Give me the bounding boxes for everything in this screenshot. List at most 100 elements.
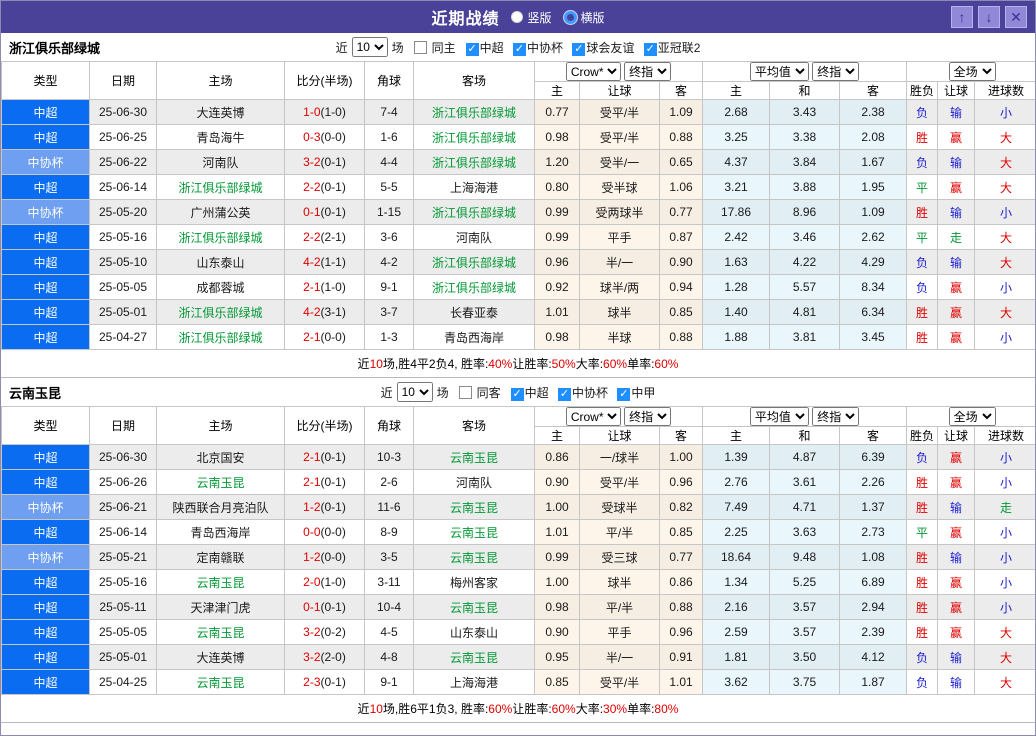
competition-checkbox[interactable]: ✓ [617,387,631,401]
corner-cell: 4-4 [364,149,414,175]
unit-label: 场 [391,40,404,55]
corner-cell: 3-6 [364,224,414,250]
home-team-name: 云南玉昆 [196,625,245,640]
avg-draw-odds: 3.75 [769,669,841,695]
score-cell: 2-0(1-0) [284,569,365,595]
away-team-cell: 河南队 [413,469,535,495]
fulltime-score: 0-3 [303,130,321,144]
match-type-cell: 中超 [1,669,90,695]
home-team-name: 广州蒲公英 [190,205,251,220]
handicap-line: 受平/半 [579,124,660,150]
match-row: 中超 25-04-27 浙江俱乐部绿城 2-1(0-0) 1-3 青岛西海岸 0… [1,324,1035,350]
score-cell: 0-1(0-1) [284,594,365,620]
view-option-vertical[interactable]: 竖版 [511,9,552,26]
view-option-horizontal[interactable]: 横版 [563,9,605,26]
home-team-name: 山东泰山 [196,255,245,270]
match-date-cell: 25-05-16 [89,569,157,595]
goals-result-flag: 小 [974,519,1035,545]
match-date-cell: 25-06-21 [89,494,157,520]
corner-cell: 5-5 [364,174,414,200]
home-team-cell: 陕西联合月亮泊队 [156,494,285,520]
view-vertical-label[interactable]: 竖版 [527,9,551,26]
subcol-result: 胜负 [906,81,939,100]
avg-home-odds: 3.25 [702,124,771,150]
handicap-home-odds: 0.98 [534,594,580,620]
corner-cell: 1-6 [364,124,414,150]
goals-result-flag: 小 [974,469,1035,495]
handicap-away-odds: 0.88 [658,124,704,150]
subcol-avg-draw: 和 [769,81,841,100]
section-2-filter-row: 云南玉昆 近 10 场 同客 ✓ 中超 ✓ 中协杯 ✓ 中甲 [1,378,1035,406]
move-down-button[interactable]: ↓ [978,6,1000,28]
fulltime-select[interactable]: 全场 [948,407,996,426]
away-team-cell: 浙江俱乐部绿城 [413,99,535,125]
handicap-result-flag: 输 [937,199,976,225]
radio-unselected-icon[interactable] [563,10,577,24]
view-horizontal-label[interactable]: 横版 [581,9,605,26]
competition-checkbox[interactable]: ✓ [558,387,572,401]
goals-result-flag: 小 [974,569,1035,595]
subcol-handicap-result: 让球 [937,426,976,445]
avg-away-odds: 2.38 [839,99,908,125]
competition-checkbox[interactable]: ✓ [643,42,657,56]
close-icon: ✕ [1010,9,1022,25]
team-name-2: 云南玉昆 [9,385,62,401]
avg-home-odds: 2.68 [702,99,771,125]
average-odds-select[interactable]: 平均值 [749,62,809,81]
col-corner: 角球 [364,406,414,445]
odds-company-select[interactable]: Crow* [565,407,621,426]
close-button[interactable]: ✕ [1005,6,1027,28]
average-odds-select[interactable]: 平均值 [749,407,809,426]
avg-away-odds: 4.29 [839,249,908,275]
home-team-cell: 浙江俱乐部绿城 [156,174,285,200]
handicap-away-odds: 0.96 [658,469,704,495]
competition-checkbox[interactable]: ✓ [572,42,586,56]
handicap-away-odds: 0.91 [658,644,704,670]
match-count-select-1[interactable]: 10 [351,37,388,57]
avg-home-odds: 2.76 [702,469,771,495]
match-count-select-2[interactable]: 10 [396,382,433,402]
match-row: 中超 25-06-14 青岛西海岸 0-0(0-0) 8-9 云南玉昆 1.01… [1,519,1035,545]
home-team-name: 天津津门虎 [190,600,251,615]
score-cell: 2-1(1-0) [284,274,365,300]
radio-selected-icon[interactable] [511,11,524,23]
odds-company-select[interactable]: Crow* [565,62,621,81]
handicap-result-flag: 赢 [937,444,976,470]
fulltime-score: 2-3 [303,675,321,689]
competition-label: 中协杯 [527,40,564,55]
competition-checkbox[interactable]: ✓ [465,42,479,56]
handicap-away-odds: 0.87 [658,224,704,250]
final-odds-select[interactable]: 终指 [624,407,672,426]
subcol-goals: 进球数 [974,81,1035,100]
same-venue-checkbox-1[interactable] [413,40,427,54]
team-name-1: 浙江俱乐部绿城 [9,40,101,56]
score-cell: 2-3(0-1) [284,669,365,695]
average-final-select[interactable]: 终指 [812,407,860,426]
handicap-line: 受平/半 [579,99,660,125]
final-odds-select[interactable]: 终指 [624,62,672,81]
move-up-button[interactable]: ↑ [951,6,973,28]
avg-home-odds: 1.40 [702,299,771,325]
match-row: 中超 25-06-30 北京国安 2-1(0-1) 10-3 云南玉昆 0.86… [1,444,1035,470]
handicap-odds-group: Crow* 终指 [533,406,704,427]
away-team-name: 浙江俱乐部绿城 [431,130,516,145]
away-team-name: 云南玉昆 [449,525,498,540]
same-venue-checkbox-2[interactable] [458,385,472,399]
match-date-cell: 25-05-20 [89,199,157,225]
average-final-select[interactable]: 终指 [812,62,860,81]
match-date-cell: 25-05-21 [89,544,157,570]
handicap-away-odds: 0.65 [658,149,704,175]
fulltime-select[interactable]: 全场 [948,62,996,81]
halftime-score: (0-1) [320,180,346,194]
match-date-cell: 25-05-05 [89,274,157,300]
match-type-cell: 中协杯 [1,149,90,175]
competition-label: 球会友谊 [586,40,635,55]
competition-checkbox[interactable]: ✓ [513,42,526,56]
avg-draw-odds: 3.46 [769,224,841,250]
handicap-home-odds: 0.99 [534,544,580,570]
handicap-home-odds: 0.80 [534,174,580,200]
handicap-result-flag: 赢 [937,619,976,645]
home-team-name: 北京国安 [196,450,245,465]
competition-checkbox[interactable]: ✓ [510,387,524,401]
halftime-score: (1-1) [320,255,346,269]
